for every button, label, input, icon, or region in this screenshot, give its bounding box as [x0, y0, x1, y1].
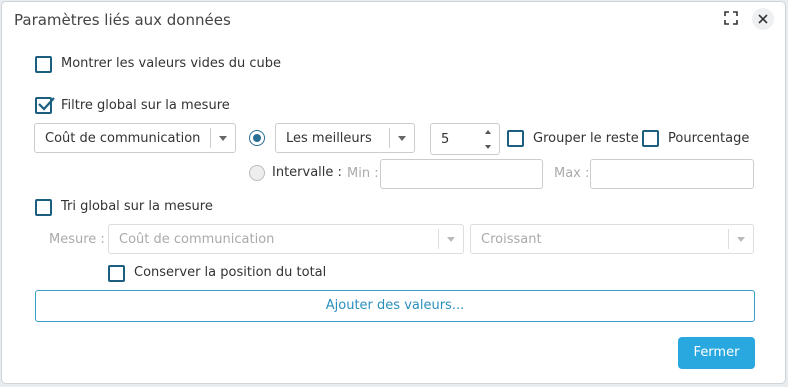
group-rest-checkbox[interactable] — [507, 130, 524, 147]
checkmark-icon — [38, 97, 55, 111]
chevron-down-icon — [398, 136, 406, 141]
keep-total-position-checkbox[interactable] — [108, 265, 125, 282]
stepper-up-icon[interactable] — [483, 127, 493, 137]
percentage-checkbox[interactable] — [642, 130, 659, 147]
group-rest-label: Grouper le reste — [533, 131, 639, 146]
sort-order-value: Croissant — [481, 232, 542, 247]
global-sort-checkbox[interactable] — [35, 199, 52, 216]
interval-radio[interactable] — [249, 165, 265, 181]
min-input[interactable] — [380, 159, 543, 189]
max-input[interactable] — [590, 159, 754, 189]
close-icon[interactable] — [752, 8, 774, 30]
select-divider — [438, 229, 439, 249]
select-divider — [389, 128, 390, 148]
select-divider — [210, 128, 211, 148]
keep-total-position-label: Conserver la position du total — [134, 265, 327, 280]
sort-measure-value: Coût de communication — [119, 232, 275, 247]
show-empty-values-checkbox[interactable] — [35, 56, 52, 73]
show-empty-values-label: Montrer les valeurs vides du cube — [61, 56, 282, 71]
stepper-down-icon[interactable] — [483, 142, 493, 152]
min-label: Min : — [347, 166, 379, 181]
count-value: 5 — [441, 132, 450, 147]
global-filter-checkbox[interactable] — [35, 97, 55, 114]
global-filter-label: Filtre global sur la mesure — [61, 98, 230, 113]
filter-measure-value: Coût de communication — [45, 131, 201, 146]
top-mode-value: Les meilleurs — [286, 131, 372, 146]
dialog-title: Paramètres liés aux données — [14, 11, 231, 29]
chevron-down-icon — [219, 136, 227, 141]
interval-label: Intervalle : — [272, 165, 342, 180]
count-stepper[interactable]: 5 — [430, 123, 500, 155]
chevron-down-icon — [447, 237, 455, 242]
max-label: Max : — [554, 166, 590, 181]
chevron-down-icon — [737, 237, 745, 242]
percentage-label: Pourcentage — [668, 131, 750, 146]
sort-order-select[interactable]: Croissant — [470, 224, 754, 254]
sort-measure-label: Mesure : — [49, 232, 105, 247]
close-button[interactable]: Fermer — [678, 337, 755, 369]
data-settings-dialog: Paramètres liés aux données Montrer les … — [1, 1, 786, 384]
maximize-icon[interactable] — [724, 11, 738, 25]
global-sort-label: Tri global sur la mesure — [61, 199, 213, 214]
add-values-button[interactable]: Ajouter des valeurs... — [35, 290, 755, 322]
filter-measure-select[interactable]: Coût de communication — [34, 123, 236, 153]
dialog-title-bar: Paramètres liés aux données — [2, 2, 785, 36]
select-divider — [728, 229, 729, 249]
top-mode-radio[interactable] — [249, 130, 265, 146]
sort-measure-select[interactable]: Coût de communication — [108, 224, 464, 254]
top-mode-select[interactable]: Les meilleurs — [275, 123, 415, 153]
